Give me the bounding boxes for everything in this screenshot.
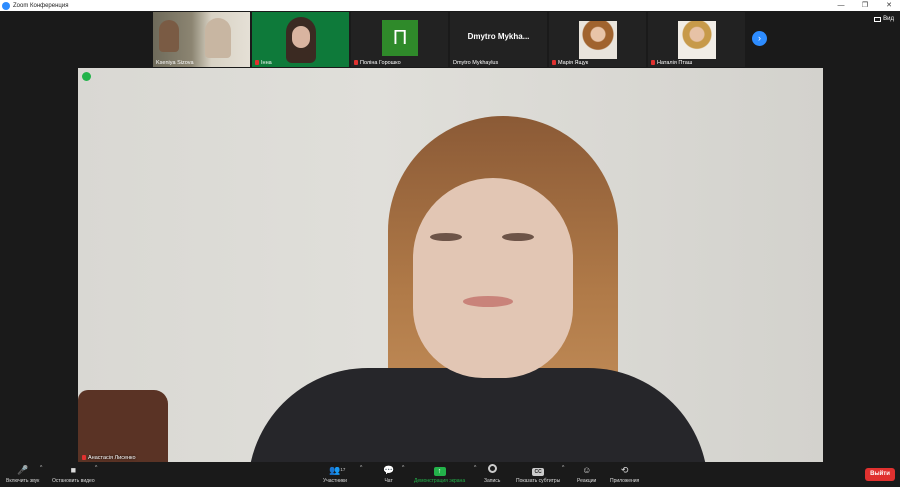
unmute-button[interactable]: 🎤 Включить звук (6, 464, 39, 484)
mic-muted-icon (354, 60, 358, 65)
video-eye (430, 233, 462, 241)
unmute-label: Включить звук (6, 478, 40, 484)
view-label: Вид (883, 16, 894, 22)
participants-icon: 👥 17 (329, 465, 346, 475)
chat-button[interactable]: 💬 Чат (383, 464, 394, 484)
participant-name: Kseniya Sizova (156, 60, 194, 66)
participant-tile[interactable]: Інна (252, 12, 349, 67)
window-controls: — ❐ ✕ (834, 0, 896, 11)
stop-video-label: Остановить видео (52, 478, 95, 484)
meeting-toolbar: 🎤 Включить звук ^ ■ Остановить видео ^ 👥… (0, 462, 900, 487)
participant-photo (579, 21, 617, 59)
participant-name: Інна (255, 60, 272, 66)
participants-count: 17 (340, 467, 346, 472)
mic-off-icon: 🎤 (17, 465, 29, 475)
participant-tile[interactable]: Марія Ящук (549, 12, 646, 67)
record-icon (487, 464, 497, 476)
close-button[interactable]: ✕ (882, 0, 896, 11)
participants-caret-icon[interactable]: ^ (360, 465, 362, 471)
chat-bubble-icon: 💬 (383, 465, 395, 475)
title-bar: Zoom Конференция — ❐ ✕ (0, 0, 900, 11)
video-camera-icon: ■ (70, 465, 77, 475)
subtitles-caret-icon[interactable]: ^ (562, 465, 564, 471)
apps-icon: ⟲ (620, 465, 629, 475)
participant-photo (678, 21, 716, 59)
participant-video-figure (159, 20, 179, 52)
reactions-label: Реакции (577, 478, 597, 484)
participant-display-name: Dmytro Mykha... (467, 32, 530, 41)
video-face (413, 178, 573, 378)
closed-captions-icon: CC (532, 464, 545, 476)
reactions-button[interactable]: ☺ Реакции (577, 464, 596, 484)
share-screen-label: Демонстрация экрана (414, 478, 466, 484)
apps-label: Приложения (610, 478, 640, 484)
participant-tile[interactable]: Наталія Пташ (648, 12, 745, 67)
mic-muted-icon (82, 455, 86, 460)
share-screen-button[interactable]: ↑ Демонстрация экрана (414, 464, 465, 484)
participant-tile[interactable]: Kseniya Sizova (153, 12, 250, 67)
participant-video-face (292, 26, 310, 48)
leave-meeting-button[interactable]: Выйти (865, 468, 895, 481)
minimize-button[interactable]: — (834, 0, 848, 11)
participants-button[interactable]: 👥 17 Участники (323, 464, 347, 484)
window-title: Zoom Конференция (13, 2, 69, 9)
participant-video-figure (205, 18, 231, 58)
participant-name: Dmytro Mykhaylus (453, 60, 499, 66)
mic-muted-icon (651, 60, 655, 65)
zoom-logo-icon (2, 1, 10, 10)
reactions-emoji-icon: ☺ (582, 465, 592, 475)
mic-muted-icon (552, 60, 556, 65)
video-options-caret-icon[interactable]: ^ (95, 465, 97, 471)
participant-name: Марія Ящук (552, 60, 588, 66)
stop-video-button[interactable]: ■ Остановить видео (52, 464, 95, 484)
video-chair (78, 390, 168, 462)
video-eye (502, 233, 534, 241)
share-screen-icon: ↑ (433, 464, 446, 476)
video-body (248, 368, 708, 462)
participant-tile[interactable]: Dmytro Mykha... Dmytro Mykhaylus (450, 12, 547, 67)
record-button[interactable]: Запись (484, 464, 500, 484)
apps-button[interactable]: ⟲ Приложения (610, 464, 639, 484)
chat-caret-icon[interactable]: ^ (402, 465, 404, 471)
view-button[interactable]: Вид (874, 16, 894, 22)
mic-muted-icon (255, 60, 259, 65)
share-caret-icon[interactable]: ^ (474, 465, 476, 471)
grid-view-icon (874, 16, 882, 22)
video-lips (463, 296, 513, 307)
audio-options-caret-icon[interactable]: ^ (40, 465, 42, 471)
avatar: П (382, 20, 418, 56)
main-speaker-video: Анастасія Лисенко (78, 68, 823, 462)
participant-name: Поліна Горошко (354, 60, 401, 66)
chat-label: Чат (384, 478, 393, 484)
subtitles-label: Показать субтитры (516, 478, 561, 484)
participant-strip: Kseniya Sizova Інна П Поліна Горошко Dmy… (0, 11, 900, 68)
participant-tile[interactable]: П Поліна Горошко (351, 12, 448, 67)
speaker-name: Анастасія Лисенко (82, 455, 136, 461)
subtitles-button[interactable]: CC Показать субтитры (516, 464, 560, 484)
participants-label: Участники (323, 478, 347, 484)
record-label: Запись (484, 478, 501, 484)
participant-name: Наталія Пташ (651, 60, 692, 66)
restore-button[interactable]: ❐ (858, 0, 872, 11)
encryption-shield-icon[interactable] (82, 72, 91, 81)
next-page-button[interactable]: › (752, 31, 767, 46)
